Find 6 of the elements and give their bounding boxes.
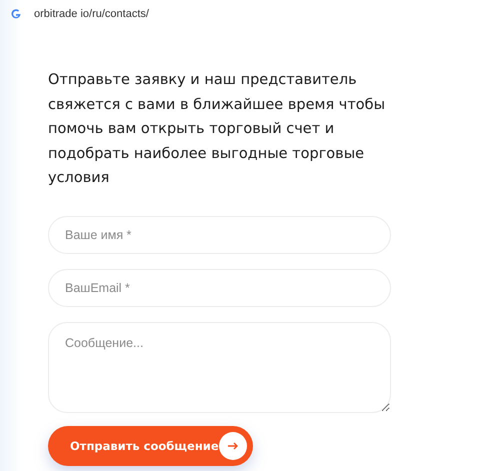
message-field[interactable]: Сообщение... xyxy=(48,322,391,412)
intro-text: Отправьте заявку и наш представитель свяжется с вами в ближайшее время чтобы помочь вам открыть торговый счет и подобрать наиболее выгодные торговые условия xyxy=(48,71,386,188)
google-icon xyxy=(10,8,22,20)
name-field[interactable]: Ваше имя * xyxy=(48,216,391,254)
url-text[interactable]: orbitrade io/ru/contacts/ xyxy=(34,8,149,20)
email-field[interactable]: ВашEmail * xyxy=(48,268,391,306)
